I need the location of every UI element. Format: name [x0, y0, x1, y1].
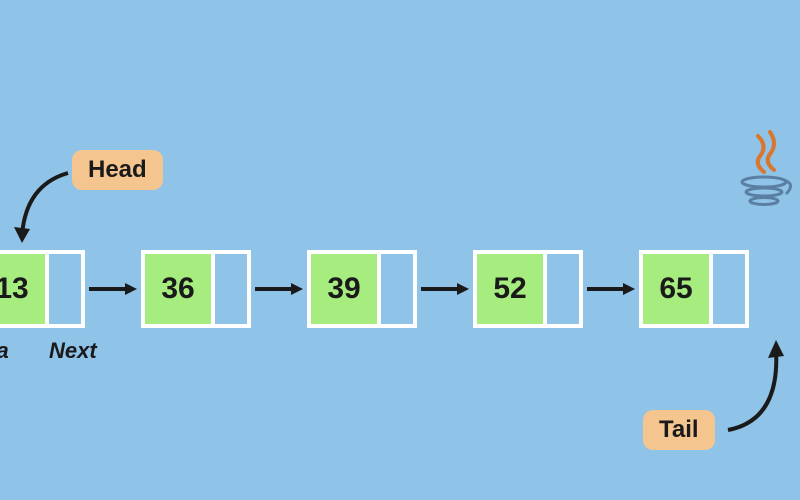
head-pointer-arrow: [8, 165, 78, 255]
data-field-label: ata: [0, 338, 45, 364]
node-data-cell: 52: [477, 254, 543, 324]
node-data-cell: 65: [643, 254, 709, 324]
node-next-cell: [543, 254, 579, 324]
node-next-cell: [211, 254, 247, 324]
tail-pointer-arrow: [720, 330, 800, 445]
next-arrow-icon: [85, 279, 141, 299]
next-arrow-icon: [583, 279, 639, 299]
node-value: 65: [659, 272, 692, 306]
node-data-cell: 36: [145, 254, 211, 324]
list-node: 36: [141, 250, 251, 328]
node-value: 13: [0, 272, 29, 306]
list-node: 52: [473, 250, 583, 328]
node-data-cell: 13: [0, 254, 45, 324]
node-value: 52: [493, 272, 526, 306]
node-field-labels: ata Next: [0, 338, 105, 364]
node-next-cell: [45, 254, 81, 324]
list-node: 65: [639, 250, 749, 328]
node-data-cell: 39: [311, 254, 377, 324]
node-next-cell: [709, 254, 745, 324]
tail-label-text: Tail: [659, 416, 699, 443]
tail-label-badge: Tail: [643, 410, 715, 450]
list-node: 13: [0, 250, 85, 328]
node-next-cell: [377, 254, 413, 324]
head-label-badge: Head: [72, 150, 163, 190]
linked-list-row: 13 36 39 52 65: [0, 250, 749, 328]
node-value: 39: [327, 272, 360, 306]
java-logo-icon: [734, 130, 794, 210]
next-arrow-icon: [251, 279, 307, 299]
list-node: 39: [307, 250, 417, 328]
node-value: 36: [161, 272, 194, 306]
head-label-text: Head: [88, 156, 147, 183]
next-field-label: Next: [45, 338, 105, 364]
next-arrow-icon: [417, 279, 473, 299]
